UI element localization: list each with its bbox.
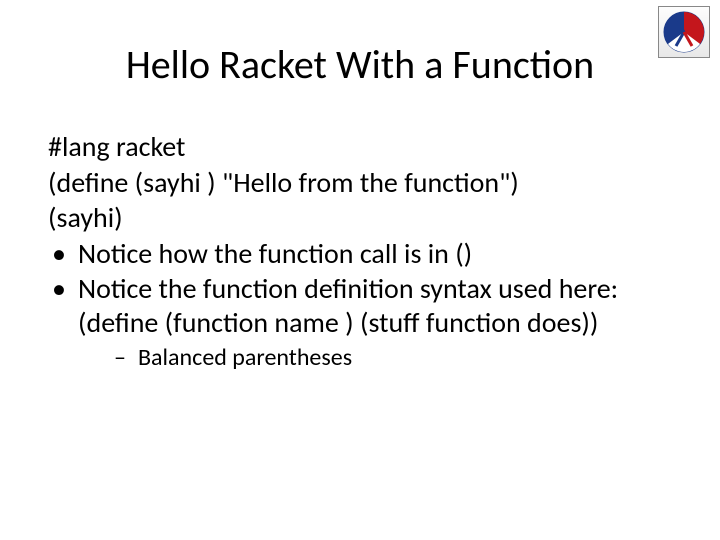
bullet-text: Notice how the function call is in () (78, 236, 472, 271)
bullet-item: Notice how the function call is in () (48, 237, 672, 271)
bullet-list: Notice how the function call is in () No… (48, 237, 672, 373)
code-line-3: (sayhi) (48, 201, 672, 235)
sub-bullet-item: Balanced parentheses (114, 344, 672, 373)
slide-body: #lang racket (define (sayhi ) "Hello fro… (48, 130, 672, 374)
sub-bullet-list: Balanced parentheses (78, 344, 672, 373)
code-line-1: #lang racket (48, 130, 672, 164)
bullet-text: Notice the function definition syntax us… (78, 271, 618, 340)
code-line-2: (define (sayhi ) "Hello from the functio… (48, 166, 672, 200)
bullet-item: Notice the function definition syntax us… (48, 272, 672, 372)
slide-title: Hello Racket With a Function (0, 40, 720, 89)
sub-bullet-text: Balanced parentheses (138, 343, 352, 372)
slide: Hello Racket With a Function #lang racke… (0, 0, 720, 540)
